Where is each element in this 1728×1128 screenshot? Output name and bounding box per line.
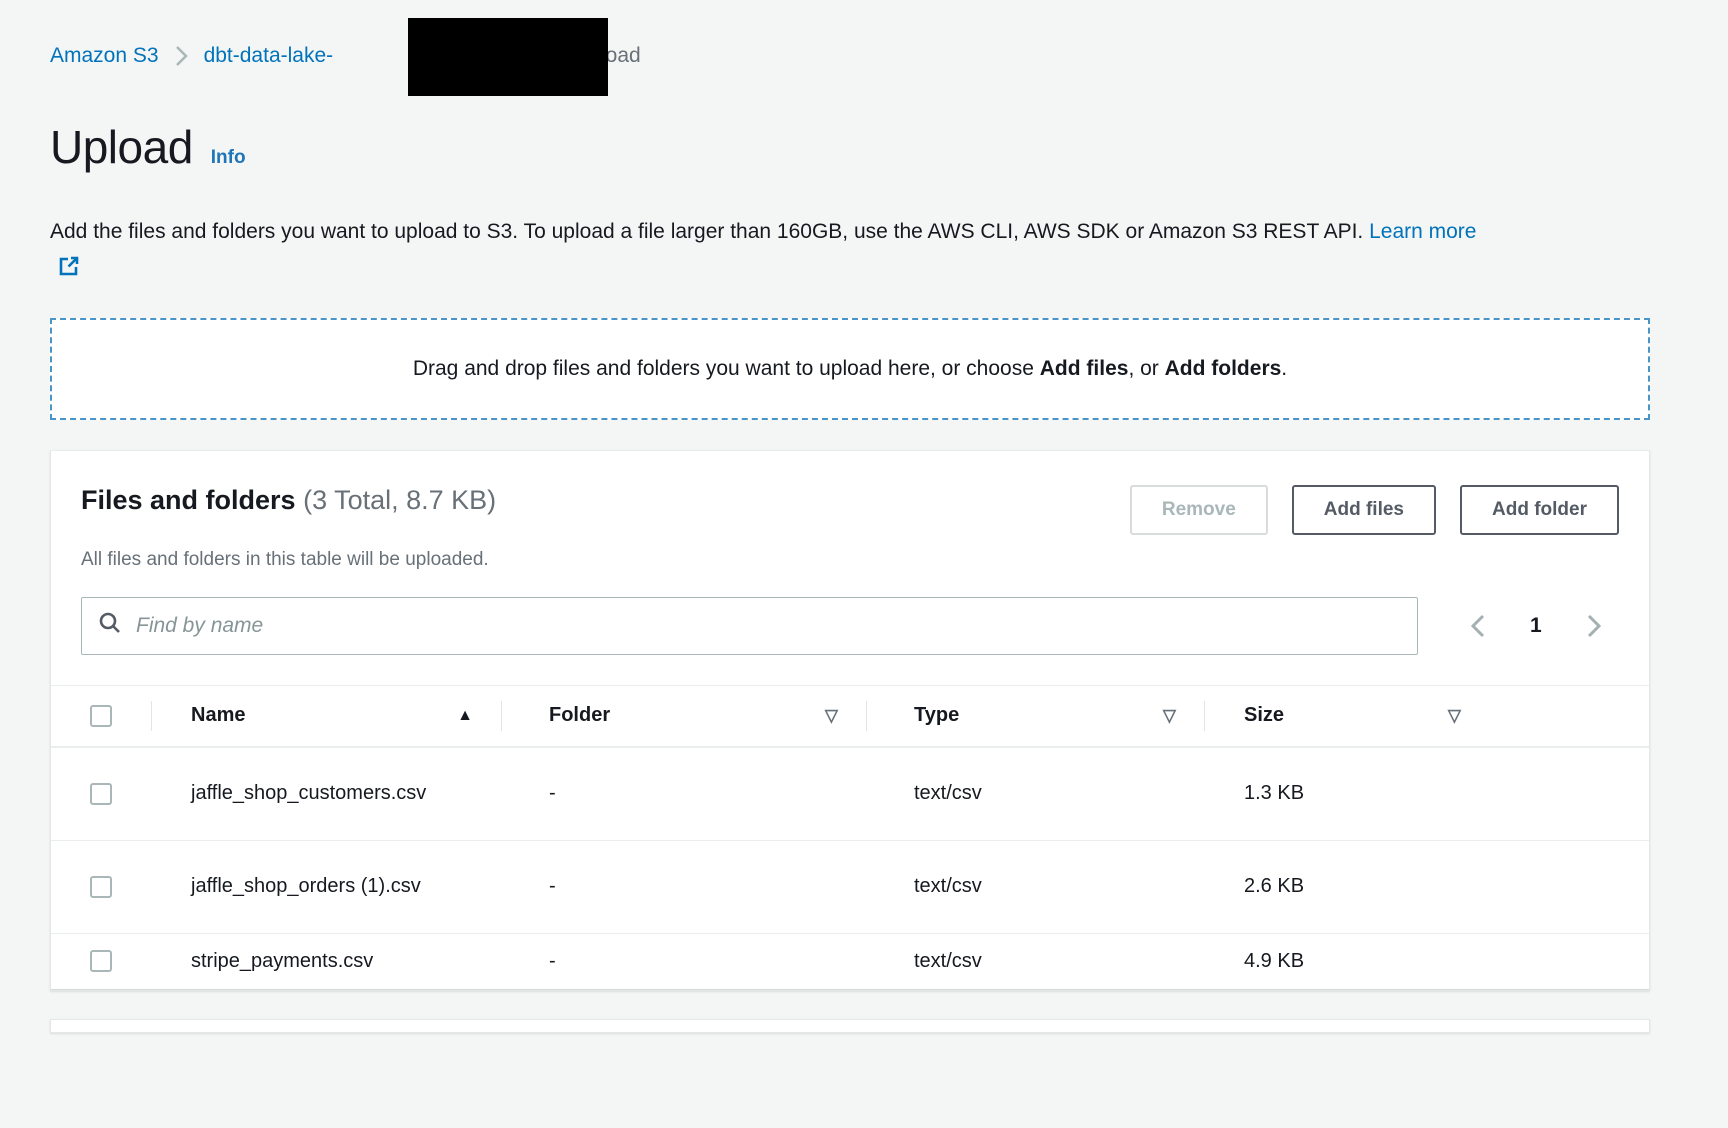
row-checkbox[interactable] [90, 876, 112, 898]
add-files-button[interactable]: Add files [1292, 485, 1436, 535]
table-row: jaffle_shop_orders (1).csv - text/csv 2.… [51, 840, 1649, 933]
select-all-checkbox[interactable] [90, 705, 112, 727]
sort-down-icon[interactable]: ▽ [1448, 706, 1461, 726]
pagination: 1 [1466, 609, 1606, 643]
next-panel-edge [50, 1019, 1650, 1033]
file-type: text/csv [866, 934, 1204, 989]
column-header-type[interactable]: Type ▽ [866, 686, 1204, 746]
panel-subtitle: All files and folders in this table will… [51, 549, 1649, 571]
panel-title: Files and folders (3 Total, 8.7 KB) [81, 485, 496, 516]
row-checkbox[interactable] [90, 783, 112, 805]
add-folder-button[interactable]: Add folder [1460, 485, 1619, 535]
file-type: text/csv [866, 841, 1204, 933]
remove-button[interactable]: Remove [1130, 485, 1268, 535]
sort-ascending-icon[interactable]: ▲ [457, 707, 473, 725]
learn-more-link[interactable]: Learn more [1369, 220, 1476, 243]
page-description: Add the files and folders you want to up… [50, 214, 1500, 290]
sort-down-icon[interactable]: ▽ [825, 706, 838, 726]
file-folder: - [501, 841, 866, 933]
breadcrumb-amazon-s3[interactable]: Amazon S3 [50, 44, 159, 68]
search-icon [98, 611, 122, 640]
panel-count: (3 Total, 8.7 KB) [303, 485, 496, 515]
breadcrumb: Amazon S3 dbt-data-lake- Upload [50, 0, 1650, 68]
column-header-size[interactable]: Size ▽ [1204, 686, 1649, 746]
table-header-row: Name ▲ Folder ▽ Type ▽ Size ▽ [51, 685, 1649, 747]
search-input[interactable] [136, 614, 1401, 638]
file-size: 4.9 KB [1204, 934, 1649, 989]
column-divider [866, 701, 867, 731]
file-type: text/csv [866, 748, 1204, 840]
dropzone-add-folders-label: Add folders [1165, 357, 1282, 380]
title-row: Upload Info [50, 120, 1650, 174]
description-text: Add the files and folders you want to up… [50, 220, 1363, 243]
table-row: jaffle_shop_customers.csv - text/csv 1.3… [51, 747, 1649, 840]
sort-down-icon[interactable]: ▽ [1163, 706, 1176, 726]
files-table: Name ▲ Folder ▽ Type ▽ Size ▽ [51, 685, 1649, 990]
main-content: Amazon S3 dbt-data-lake- Upload Upload I… [0, 0, 1700, 1033]
external-link-icon[interactable] [58, 253, 80, 290]
column-header-name[interactable]: Name ▲ [151, 686, 501, 746]
panel-actions: Remove Add files Add folder [1130, 485, 1619, 535]
chevron-right-icon [175, 45, 188, 67]
column-divider [151, 701, 152, 731]
file-size: 1.3 KB [1204, 748, 1649, 840]
page-title: Upload [50, 120, 193, 174]
redaction-box [408, 18, 608, 96]
previous-page-button[interactable] [1466, 609, 1490, 643]
info-link[interactable]: Info [211, 147, 246, 169]
drag-drop-zone[interactable]: Drag and drop files and folders you want… [50, 318, 1650, 420]
table-row: stripe_payments.csv - text/csv 4.9 KB [51, 933, 1649, 990]
files-and-folders-panel: Files and folders (3 Total, 8.7 KB) Remo… [50, 450, 1650, 991]
dropzone-add-files-label: Add files [1040, 357, 1129, 380]
column-divider [1204, 701, 1205, 731]
next-page-button[interactable] [1582, 609, 1606, 643]
file-folder: - [501, 748, 866, 840]
row-checkbox[interactable] [90, 950, 112, 972]
file-folder: - [501, 934, 866, 989]
file-size: 2.6 KB [1204, 841, 1649, 933]
breadcrumb-bucket[interactable]: dbt-data-lake- [204, 44, 334, 68]
file-name: jaffle_shop_orders (1).csv [191, 868, 421, 905]
column-divider [501, 701, 502, 731]
current-page-number[interactable]: 1 [1530, 614, 1542, 638]
dropzone-text: Drag and drop files and folders you want… [413, 357, 1287, 381]
file-name: jaffle_shop_customers.csv [191, 775, 426, 812]
column-header-folder[interactable]: Folder ▽ [501, 686, 866, 746]
file-name: stripe_payments.csv [191, 943, 373, 980]
search-box [81, 597, 1418, 655]
